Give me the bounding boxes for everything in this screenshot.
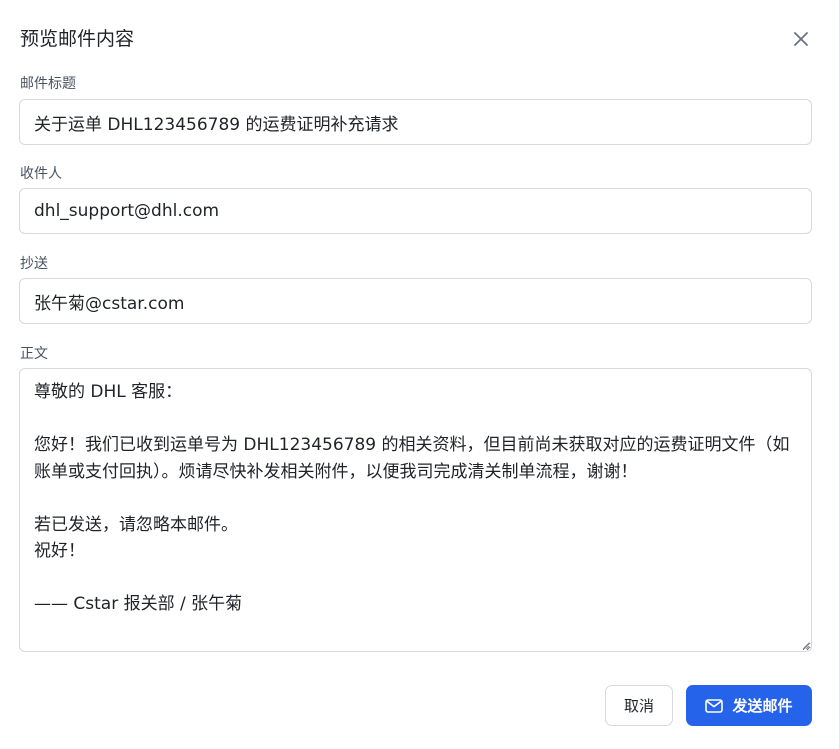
resize-handle-icon[interactable] [800,640,810,650]
cc-input[interactable] [19,278,812,324]
dialog-title: 预览邮件内容 [20,28,135,50]
email-preview-dialog: 预览邮件内容 邮件标题 收件人 抄送 正文 尊敬的 DHL 客服： 您好！我们已… [0,0,840,749]
cc-label: 抄送 [20,256,48,272]
send-email-label: 发送邮件 [732,697,793,715]
body-textarea[interactable]: 尊敬的 DHL 客服： 您好！我们已收到运单号为 DHL123456789 的相… [19,368,812,652]
mail-icon [705,698,724,713]
recipient-label: 收件人 [20,166,62,182]
send-email-button[interactable]: 发送邮件 [686,685,812,726]
subject-input[interactable] [19,99,812,145]
cancel-button[interactable]: 取消 [605,685,673,726]
cancel-button-label: 取消 [623,697,654,715]
subject-label: 邮件标题 [20,76,76,92]
close-button[interactable] [790,28,812,50]
recipient-input[interactable] [19,188,812,234]
close-icon [793,31,809,47]
body-label: 正文 [20,346,48,362]
